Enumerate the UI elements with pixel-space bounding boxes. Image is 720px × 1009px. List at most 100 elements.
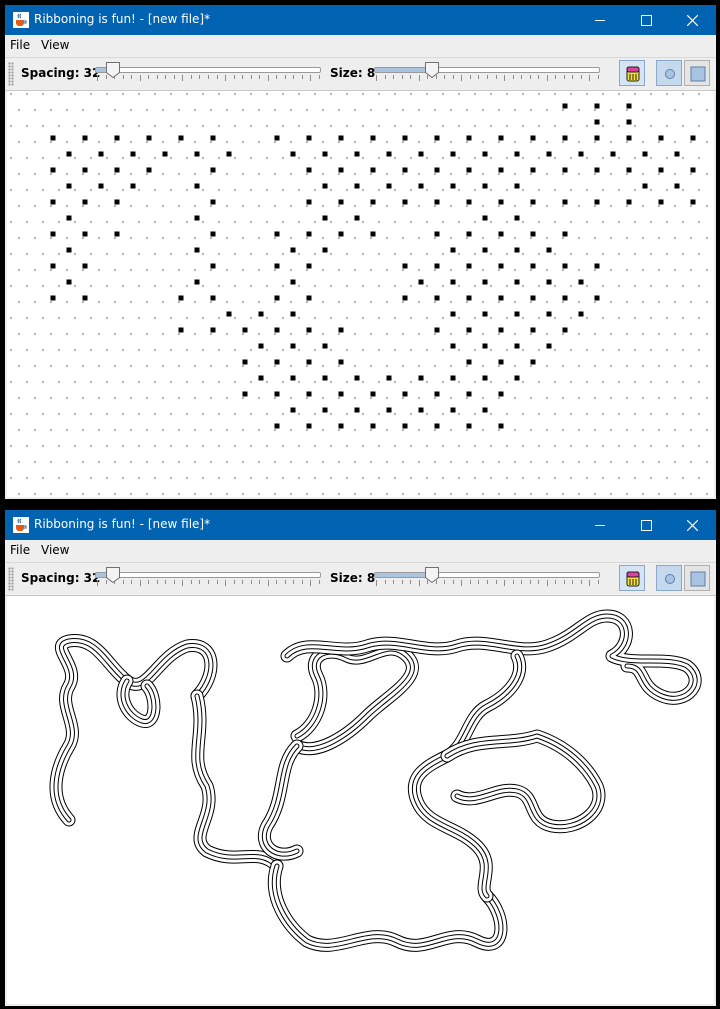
grid-dot[interactable] xyxy=(122,253,124,255)
grid-dot[interactable] xyxy=(402,109,404,111)
grid-dot[interactable] xyxy=(202,125,204,127)
active-dot[interactable] xyxy=(450,151,456,157)
grid-dot[interactable] xyxy=(530,429,532,431)
grid-dot[interactable] xyxy=(210,493,212,495)
grid-dot[interactable] xyxy=(306,397,308,399)
grid-dot[interactable] xyxy=(114,173,116,175)
spacing-slider[interactable] xyxy=(93,566,323,592)
active-dot[interactable] xyxy=(434,231,440,237)
grid-dot[interactable] xyxy=(138,381,140,383)
grid-dot[interactable] xyxy=(34,365,36,367)
grid-dot[interactable] xyxy=(154,221,156,223)
grid-dot[interactable] xyxy=(274,237,276,239)
grid-dot[interactable] xyxy=(482,141,484,143)
grid-dot[interactable] xyxy=(522,413,524,415)
grid-dot[interactable] xyxy=(170,349,172,351)
grid-dot[interactable] xyxy=(394,445,396,447)
grid-dot[interactable] xyxy=(442,189,444,191)
grid-dot[interactable] xyxy=(162,173,164,175)
grid-dot[interactable] xyxy=(178,333,180,335)
grid-dot[interactable] xyxy=(682,93,684,95)
grid-dot[interactable] xyxy=(554,157,556,159)
grid-dot[interactable] xyxy=(610,333,612,335)
grid-dot[interactable] xyxy=(434,429,436,431)
grid-dot[interactable] xyxy=(146,429,148,431)
grid-dot[interactable] xyxy=(18,237,20,239)
active-dot[interactable] xyxy=(594,119,600,125)
active-dot[interactable] xyxy=(274,231,280,237)
active-dot[interactable] xyxy=(130,183,136,189)
grid-dot[interactable] xyxy=(698,285,700,287)
grid-dot[interactable] xyxy=(538,253,540,255)
grid-dot[interactable] xyxy=(18,173,20,175)
grid-dot[interactable] xyxy=(490,221,492,223)
grid-dot[interactable] xyxy=(474,381,476,383)
close-button[interactable] xyxy=(669,5,715,35)
grid-dot[interactable] xyxy=(82,141,84,143)
grid-dot[interactable] xyxy=(466,333,468,335)
grid-dot[interactable] xyxy=(562,269,564,271)
active-dot[interactable] xyxy=(466,359,472,365)
grid-dot[interactable] xyxy=(250,157,252,159)
grid-dot[interactable] xyxy=(258,333,260,335)
active-dot[interactable] xyxy=(370,423,376,429)
grid-dot[interactable] xyxy=(674,205,676,207)
grid-dot[interactable] xyxy=(706,269,708,271)
grid-dot[interactable] xyxy=(322,237,324,239)
grid-dot[interactable] xyxy=(74,221,76,223)
grid-dot[interactable] xyxy=(450,461,452,463)
grid-dot[interactable] xyxy=(338,429,340,431)
grid-dot[interactable] xyxy=(298,349,300,351)
active-dot[interactable] xyxy=(530,295,536,301)
grid-dot[interactable] xyxy=(122,285,124,287)
grid-dot[interactable] xyxy=(402,141,404,143)
grid-dot[interactable] xyxy=(426,189,428,191)
grid-dot[interactable] xyxy=(282,157,284,159)
grid-dot[interactable] xyxy=(154,381,156,383)
grid-dot[interactable] xyxy=(130,333,132,335)
grid-dot[interactable] xyxy=(634,317,636,319)
grid-dot[interactable] xyxy=(34,205,36,207)
grid-dot[interactable] xyxy=(586,413,588,415)
grid-dot[interactable] xyxy=(482,397,484,399)
grid-dot[interactable] xyxy=(530,269,532,271)
grid-dot[interactable] xyxy=(418,237,420,239)
grid-dot[interactable] xyxy=(186,125,188,127)
maximize-button[interactable] xyxy=(623,510,669,540)
grid-dot[interactable] xyxy=(538,125,540,127)
grid-dot[interactable] xyxy=(578,365,580,367)
active-dot[interactable] xyxy=(306,423,312,429)
grid-dot[interactable] xyxy=(562,237,564,239)
grid-dot[interactable] xyxy=(306,269,308,271)
grid-dot[interactable] xyxy=(50,173,52,175)
active-dot[interactable] xyxy=(562,135,568,141)
grid-dot[interactable] xyxy=(122,93,124,95)
grid-dot[interactable] xyxy=(242,429,244,431)
grid-dot[interactable] xyxy=(162,109,164,111)
grid-dot[interactable] xyxy=(330,381,332,383)
grid-dot[interactable] xyxy=(234,285,236,287)
grid-dot[interactable] xyxy=(474,221,476,223)
grid-dot[interactable] xyxy=(570,477,572,479)
grid-dot[interactable] xyxy=(130,429,132,431)
grid-dot[interactable] xyxy=(338,237,340,239)
grid-dot[interactable] xyxy=(210,333,212,335)
grid-dot[interactable] xyxy=(698,125,700,127)
grid-dot[interactable] xyxy=(642,301,644,303)
grid-dot[interactable] xyxy=(450,173,452,175)
active-dot[interactable] xyxy=(146,135,152,141)
grid-dot[interactable] xyxy=(522,221,524,223)
active-dot[interactable] xyxy=(546,343,552,349)
grid-dot[interactable] xyxy=(42,93,44,95)
active-dot[interactable] xyxy=(178,327,184,333)
grid-dot[interactable] xyxy=(106,445,108,447)
grid-dot[interactable] xyxy=(226,301,228,303)
grid-dot[interactable] xyxy=(690,141,692,143)
grid-dot[interactable] xyxy=(226,365,228,367)
grid-dot[interactable] xyxy=(306,301,308,303)
grid-dot[interactable] xyxy=(682,349,684,351)
grid-dot[interactable] xyxy=(146,301,148,303)
grid-dot[interactable] xyxy=(650,285,652,287)
grid-dot[interactable] xyxy=(594,269,596,271)
grid-dot[interactable] xyxy=(666,253,668,255)
